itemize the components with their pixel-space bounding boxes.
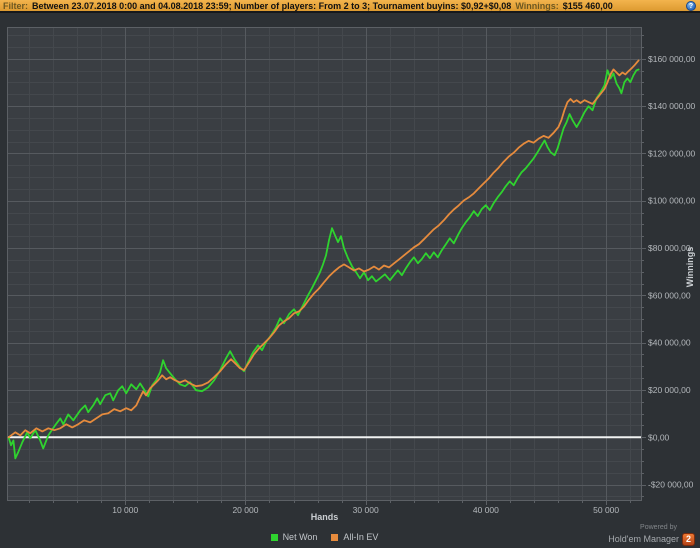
powered-by-block: Powered by Hold'em Manager 2 [608,524,695,546]
y-tick-label: $0,00 [648,432,670,442]
hm2-logo: 2 [682,533,695,546]
filter-criteria: Between 23.07.2018 0:00 and 04.08.2018 2… [32,0,512,11]
y-tick-label: $100 000,00 [648,196,696,206]
all-in-ev-swatch [331,533,339,541]
legend: Net Won All-In EV [8,532,641,542]
y-tick-label: $40 000,00 [648,338,691,348]
legend-label-all-in-ev: All-In EV [343,532,379,542]
plot-background [8,28,641,500]
y-tick-label: -$20 000,00 [648,480,694,490]
brand-name: Hold'em Manager [608,534,679,544]
winnings-label: Winnings: [515,0,559,11]
application-window: 10 000 20 000 30 000 40 000 50 000 $160 000,0… [0,0,700,548]
legend-label-net-won: Net Won [282,532,318,542]
filter-label: Filter: [3,0,29,11]
winnings-graph: 10 000 20 000 30 000 40 000 50 000$160 000,0… [7,27,696,515]
info-icon[interactable]: ? [686,1,696,11]
y-axis-title: Winnings [685,246,695,288]
powered-by-text: Powered by [640,524,677,531]
x-axis-title: Hands [310,512,339,522]
y-tick-label: $140 000,00 [648,101,696,111]
y-tick-label: $120 000,00 [648,148,696,158]
y-tick-label: $20 000,00 [648,385,691,395]
legend-item-all-in-ev: All-In EV [331,532,378,542]
winnings-value: $155 460,00 [562,0,613,11]
y-tick-label: $60 000,00 [648,290,691,300]
y-tick-label: $160 000,00 [648,54,696,64]
chart-area: 10 000 20 000 30 000 40 000 50 000 $160 000,0… [0,0,700,548]
filter-bar: Filter: Between 23.07.2018 0:00 and 04.0… [0,0,700,13]
legend-item-net-won: Net Won [270,532,318,542]
net-won-swatch [270,533,278,541]
